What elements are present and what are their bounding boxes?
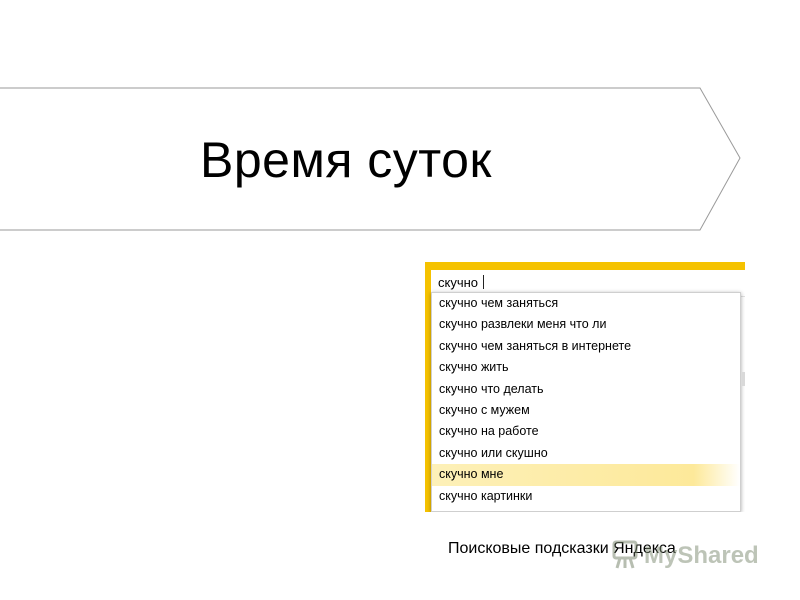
banner-arrow-shape: [0, 87, 741, 231]
suggestion-item[interactable]: скучно жить: [432, 357, 740, 378]
suggestion-item[interactable]: скучно что делать: [432, 379, 740, 400]
suggestion-item[interactable]: скучно на работе: [432, 421, 740, 442]
suggestion-item[interactable]: скучно или скушно: [432, 443, 740, 464]
suggestion-item-highlighted[interactable]: скучно мне: [432, 464, 740, 486]
text-caret: [483, 275, 485, 289]
title-banner: Время суток: [0, 0, 800, 240]
suggestion-item[interactable]: скучно развлеки меня что ли: [432, 314, 740, 335]
watermark-text: MyShared: [644, 542, 759, 569]
search-query-text: скучно: [438, 275, 479, 290]
search-query-wrap: скучно: [438, 275, 485, 290]
suggestions-dropdown: скучно чем заняться скучно развлеки меня…: [431, 292, 741, 512]
slide-title: Время суток: [200, 132, 492, 188]
suggestion-item[interactable]: скучно чем заняться в интернете: [432, 336, 740, 357]
scrollbar-fragment: [742, 372, 745, 386]
suggestion-item[interactable]: скучно с мужем: [432, 400, 740, 421]
suggestion-item[interactable]: скучно чем заняться: [432, 293, 740, 314]
search-accent-bar: [425, 262, 745, 270]
presentation-board-icon: [612, 540, 638, 569]
search-screenshot: скучно скучно чем заняться скучно развле…: [425, 262, 745, 512]
watermark-logo: MyShared: [612, 540, 759, 569]
suggestion-item[interactable]: скучно картинки: [432, 486, 740, 507]
